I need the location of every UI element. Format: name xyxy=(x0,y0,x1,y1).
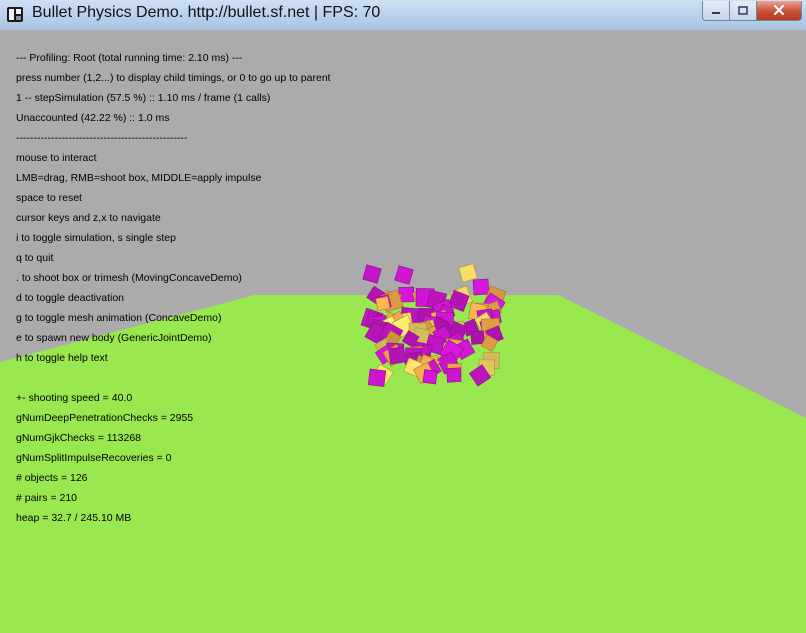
window-controls xyxy=(702,1,802,21)
stat-line: +- shooting speed = 40.0 xyxy=(16,392,133,404)
stat-line: gNumGjkChecks = 113268 xyxy=(16,432,141,444)
bullet-app-icon xyxy=(6,5,24,23)
help-line: . to shoot box or trimesh (MovingConcave… xyxy=(16,272,242,284)
profiling-separator: ----------------------------------------… xyxy=(16,132,188,144)
box-pile xyxy=(360,263,507,387)
physics-box xyxy=(422,369,438,385)
profiling-line: Unaccounted (42.22 %) :: 1.0 ms xyxy=(16,112,170,124)
physics-box xyxy=(388,346,407,365)
help-line: d to toggle deactivation xyxy=(16,292,124,304)
profiling-line: press number (1,2...) to display child t… xyxy=(16,72,331,84)
stat-line: gNumDeepPenetrationChecks = 2955 xyxy=(16,412,194,424)
app-window: Bullet Physics Demo. http://bullet.sf.ne… xyxy=(0,0,806,633)
window-title: Bullet Physics Demo. http://bullet.sf.ne… xyxy=(32,4,381,21)
physics-box xyxy=(367,368,387,387)
physics-box xyxy=(458,263,478,283)
profiling-line: --- Profiling: Root (total running time:… xyxy=(16,52,243,64)
help-line: LMB=drag, RMB=shoot box, MIDDLE=apply im… xyxy=(16,172,262,184)
help-line: q to quit xyxy=(16,252,54,264)
maximize-button[interactable] xyxy=(729,1,756,21)
help-line: e to spawn new body (GenericJointDemo) xyxy=(16,332,212,344)
close-icon xyxy=(772,1,786,20)
title-bar[interactable]: Bullet Physics Demo. http://bullet.sf.ne… xyxy=(0,0,806,31)
physics-box xyxy=(394,265,414,285)
physics-box xyxy=(472,278,490,296)
stat-line: heap = 32.7 / 245.10 MB xyxy=(16,512,132,524)
close-button[interactable] xyxy=(756,1,802,21)
stat-line: # objects = 126 xyxy=(16,472,88,484)
physics-box xyxy=(362,264,382,284)
help-line: g to toggle mesh animation (ConcaveDemo) xyxy=(16,312,222,324)
physics-box xyxy=(470,330,485,345)
stat-line: gNumSplitImpulseRecoveries = 0 xyxy=(16,452,172,464)
render-viewport[interactable]: --- Profiling: Root (total running time:… xyxy=(0,30,806,633)
help-line: cursor keys and z,x to navigate xyxy=(16,212,161,224)
help-line: h to toggle help text xyxy=(16,352,108,364)
maximize-icon xyxy=(737,1,749,20)
stat-line: # pairs = 210 xyxy=(16,492,78,504)
help-line: i to toggle simulation, s single step xyxy=(16,232,176,244)
profiling-line: 1 -- stepSimulation (57.5 %) :: 1.10 ms … xyxy=(16,92,271,104)
help-line: space to reset xyxy=(16,192,82,204)
minimize-button[interactable] xyxy=(702,1,729,21)
help-line: mouse to interact xyxy=(16,152,97,164)
minimize-icon xyxy=(710,1,722,20)
physics-box xyxy=(446,367,462,383)
physics-box xyxy=(375,296,391,312)
